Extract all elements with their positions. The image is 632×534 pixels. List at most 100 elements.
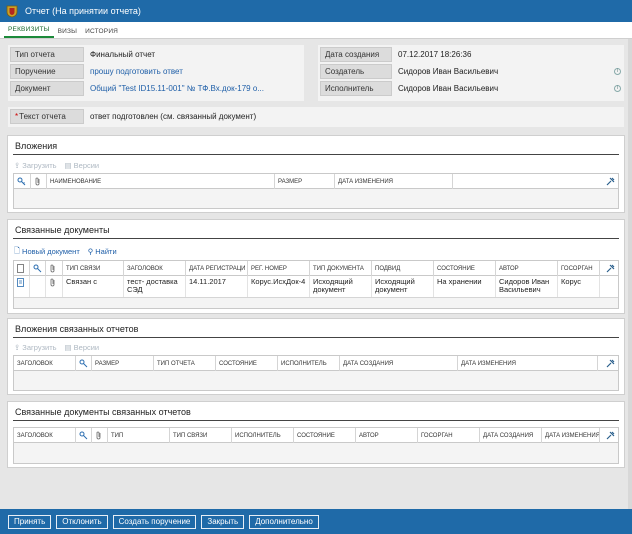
main-content: Тип отчета Финальный отчет Поручение про…	[0, 39, 632, 509]
col-subtype[interactable]: ПОДВИД	[372, 261, 434, 276]
attachments-panel: Вложения ⇪ Загрузить ▤ Версии НАИМЕНОВАН…	[7, 135, 625, 213]
related-docs-grid-header: ТИП СВЯЗИ ЗАГОЛОВОК ДАТА РЕГИСТРАЦИ РЕГ.…	[14, 261, 618, 276]
search-icon: ⚲	[87, 246, 94, 256]
versions-icon: ▤	[64, 160, 72, 170]
grid-settings-icon[interactable]	[606, 359, 615, 370]
attachments-title: Вложения	[15, 141, 58, 151]
row-key-cell	[30, 276, 46, 297]
row-subtype: Исходящий документ	[372, 276, 434, 297]
footer-bar: Принять Отклонить Создать поручение Закр…	[0, 509, 632, 534]
col-type[interactable]: ТИП	[108, 428, 170, 443]
col-state[interactable]: СОСТОЯНИЕ	[294, 428, 356, 443]
document-label: Документ	[10, 81, 84, 96]
create-assignment-button[interactable]: Создать поручение	[112, 514, 197, 529]
col-heading[interactable]: ЗАГОЛОВОК	[14, 356, 76, 371]
table-row[interactable]: Связан с тест- доставка СЭД 14.11.2017 К…	[14, 276, 618, 298]
paperclip-column-icon[interactable]	[46, 261, 63, 276]
col-author[interactable]: АВТОР	[356, 428, 418, 443]
key-column-icon[interactable]	[76, 428, 92, 443]
related-docs-grid: ТИП СВЯЗИ ЗАГОЛОВОК ДАТА РЕГИСТРАЦИ РЕГ.…	[13, 260, 619, 309]
col-link-type[interactable]: ТИП СВЯЗИ	[170, 428, 232, 443]
row-link-type: Связан с	[63, 276, 124, 297]
tab-bar: РЕКВИЗИТЫ ВИЗЫ ИСТОРИЯ	[0, 22, 632, 39]
related-docs-toolbar: 🗋 Новый документ ⚲ Найти	[14, 246, 117, 256]
key-column-icon[interactable]	[76, 356, 92, 371]
upload-button[interactable]: ⇪ Загрузить	[14, 343, 57, 352]
row-author: Сидоров Иван Васильевич	[496, 276, 558, 297]
versions-button[interactable]: ▤ Версии	[65, 343, 100, 352]
col-name[interactable]: НАИМЕНОВАНИЕ	[47, 174, 275, 189]
document-link[interactable]: Общий "Test ID15.11-001" № ТФ.Вх.док-179…	[86, 81, 302, 96]
row-reg-number: Корус.ИсхДок-4	[248, 276, 310, 297]
row-doc-icon[interactable]	[14, 276, 30, 297]
reject-button[interactable]: Отклонить	[56, 514, 108, 529]
col-executor[interactable]: ИСПОЛНИТЕЛЬ	[278, 356, 340, 371]
tab-history[interactable]: ИСТОРИЯ	[81, 28, 122, 38]
title-bar: Отчет (На принятии отчета)	[0, 0, 632, 22]
attachments-grid: НАИМЕНОВАНИЕ РАЗМЕР ДАТА ИЗМЕНЕНИЯ	[13, 173, 619, 209]
required-mark: *	[15, 112, 19, 121]
window-title: Отчет (На принятии отчета)	[25, 6, 141, 16]
row-gov-org: Корус	[558, 276, 600, 297]
versions-icon: ▤	[64, 342, 72, 352]
related-report-attachments-grid: ЗАГОЛОВОК РАЗМЕР ТИП ОТЧЕТА СОСТОЯНИЕ ИС…	[13, 355, 619, 391]
accept-button[interactable]: Принять	[8, 514, 52, 529]
close-button[interactable]: Закрыть	[201, 514, 245, 529]
upload-button[interactable]: ⇪ Загрузить	[14, 161, 57, 170]
more-button[interactable]: Дополнительно	[249, 514, 319, 529]
col-reg-number[interactable]: РЕГ. НОМЕР	[248, 261, 310, 276]
creator-info-icon[interactable]: i	[614, 68, 621, 75]
row-attachment-icon[interactable]	[46, 276, 63, 297]
vertical-scrollbar[interactable]	[628, 39, 632, 509]
related-report-docs-divider	[13, 420, 619, 421]
report-text-label-text: Текст отчета	[19, 112, 66, 121]
tab-visas[interactable]: ВИЗЫ	[54, 28, 82, 38]
grid-settings-icon[interactable]	[606, 264, 615, 275]
key-column-icon[interactable]	[30, 261, 46, 276]
col-state[interactable]: СОСТОЯНИЕ	[216, 356, 278, 371]
row-state: На хранении	[434, 276, 496, 297]
col-executor[interactable]: ИСПОЛНИТЕЛЬ	[232, 428, 294, 443]
report-text-label: * Текст отчета	[10, 109, 84, 124]
creator-value: Сидоров Иван Васильевич	[398, 67, 499, 76]
key-column-icon[interactable]	[14, 174, 31, 189]
executor-info-icon[interactable]: i	[614, 85, 621, 92]
related-report-docs-panel: Связанные документы связанных отчетов ЗА…	[7, 401, 625, 468]
assignment-link[interactable]: прошу подготовить ответ	[86, 64, 302, 79]
find-button[interactable]: ⚲ Найти	[88, 247, 117, 256]
col-doc-type[interactable]: ТИП ДОКУМЕНТА	[310, 261, 372, 276]
col-size[interactable]: РАЗМЕР	[92, 356, 154, 371]
upload-icon: ⇪	[14, 160, 21, 170]
doc-column-icon[interactable]	[14, 261, 30, 276]
col-heading[interactable]: ЗАГОЛОВОК	[14, 428, 76, 443]
grid-settings-icon[interactable]	[606, 431, 615, 442]
creator-label: Создатель	[320, 64, 392, 79]
col-author[interactable]: АВТОР	[496, 261, 558, 276]
paperclip-column-icon[interactable]	[31, 174, 47, 189]
col-created[interactable]: ДАТА СОЗДАНИЯ	[480, 428, 542, 443]
col-modified[interactable]: ДАТА ИЗМЕНЕНИЯ	[335, 174, 453, 189]
new-document-icon: 🗋	[14, 245, 21, 255]
related-docs-divider	[13, 238, 619, 239]
col-gov-org[interactable]: ГОСОРГАН	[558, 261, 600, 276]
col-reg-date[interactable]: ДАТА РЕГИСТРАЦИ	[186, 261, 248, 276]
col-created[interactable]: ДАТА СОЗДАНИЯ	[340, 356, 458, 371]
col-report-type[interactable]: ТИП ОТЧЕТА	[154, 356, 216, 371]
versions-button[interactable]: ▤ Версии	[65, 161, 100, 170]
related-report-attachments-title: Вложения связанных отчетов	[15, 324, 139, 334]
new-document-button[interactable]: 🗋 Новый документ	[14, 245, 80, 258]
col-link-type[interactable]: ТИП СВЯЗИ	[63, 261, 124, 276]
grid-settings-icon[interactable]	[606, 177, 615, 188]
tab-requisites[interactable]: РЕКВИЗИТЫ	[4, 26, 54, 38]
col-modified[interactable]: ДАТА ИЗМЕНЕНИЯ	[542, 428, 600, 443]
col-size[interactable]: РАЗМЕР	[275, 174, 335, 189]
col-gov-org[interactable]: ГОСОРГАН	[418, 428, 480, 443]
col-heading[interactable]: ЗАГОЛОВОК	[124, 261, 186, 276]
related-docs-title: Связанные документы	[15, 225, 110, 235]
col-state[interactable]: СОСТОЯНИЕ	[434, 261, 496, 276]
paperclip-column-icon[interactable]	[92, 428, 108, 443]
related-report-attachments-toolbar: ⇪ Загрузить ▤ Версии	[14, 342, 99, 352]
row-doc-type: Исходящий документ	[310, 276, 372, 297]
report-type-value: Финальный отчет	[90, 50, 156, 59]
col-modified[interactable]: ДАТА ИЗМЕНЕНИЯ	[458, 356, 598, 371]
